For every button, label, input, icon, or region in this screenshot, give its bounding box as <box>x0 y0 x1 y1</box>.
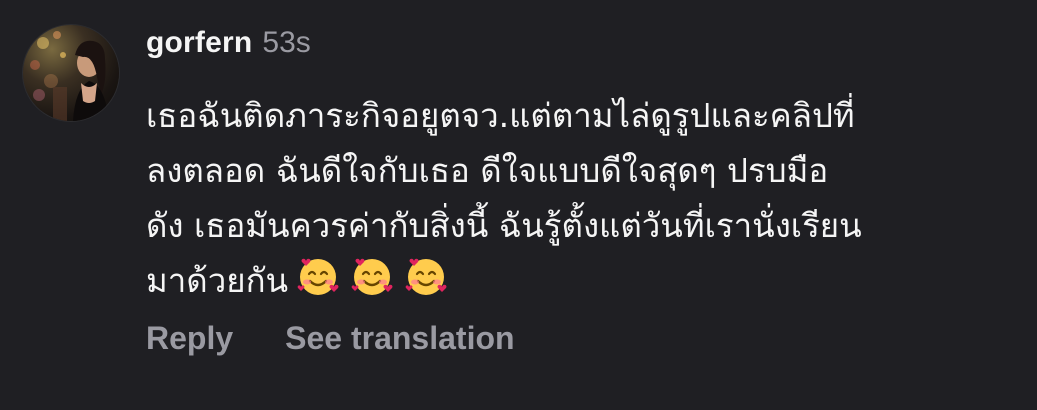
smiling-face-with-hearts-icon <box>351 258 393 295</box>
user-avatar[interactable] <box>23 25 119 121</box>
see-translation-button[interactable]: See translation <box>285 320 514 357</box>
comment-line: ลงตลอด ฉันดีใจกับเธอ ดีใจแบบดีใจสุดๆ ปรบ… <box>146 151 829 190</box>
comment-line: ดัง เธอมันควรค่ากับสิ่งนี้ ฉันรู้ตั้งแต่… <box>146 206 862 245</box>
reply-button[interactable]: Reply <box>146 320 233 357</box>
comment-line: มาด้วยกัน <box>146 261 289 300</box>
smiling-face-with-hearts-icon <box>297 258 339 295</box>
comment-line: เธอฉันติดภาระกิจอยูตจว.แต่ตามไล่ดูรูปและ… <box>146 96 855 135</box>
comment-header: gorfern 53s <box>146 26 1026 70</box>
comment-actions: Reply See translation <box>146 320 515 357</box>
smiling-face-with-hearts-icon <box>405 258 447 295</box>
avatar-photo-icon <box>30 31 109 121</box>
timestamp: 53s <box>262 26 311 59</box>
emoji-group <box>296 254 448 298</box>
comment-content: gorfern 53s เธอฉันติดภาระกิจอยูตจว.แต่ตา… <box>146 26 1026 308</box>
comment-item: gorfern 53s เธอฉันติดภาระกิจอยูตจว.แต่ตา… <box>0 0 1037 410</box>
username[interactable]: gorfern <box>146 26 252 60</box>
comment-text: เธอฉันติดภาระกิจอยูตจว.แต่ตามไล่ดูรูปและ… <box>146 88 1026 308</box>
